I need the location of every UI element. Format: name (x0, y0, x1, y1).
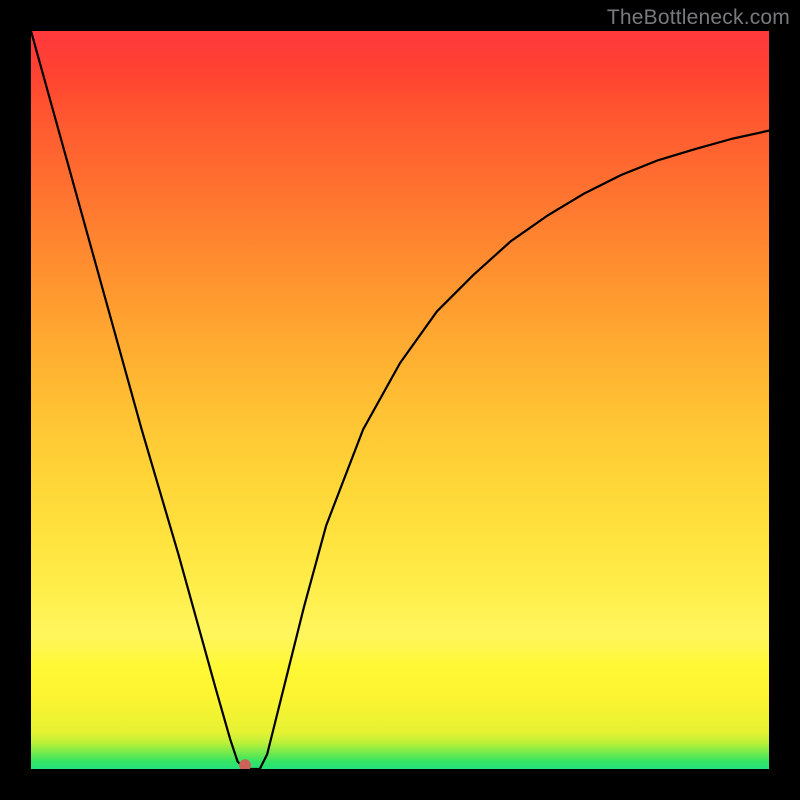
curve-svg (31, 31, 769, 769)
plot-area (31, 31, 769, 769)
chart-frame: TheBottleneck.com (0, 0, 800, 800)
optimal-point-marker (239, 759, 251, 769)
bottleneck-curve (31, 31, 769, 769)
watermark-text: TheBottleneck.com (607, 6, 790, 30)
